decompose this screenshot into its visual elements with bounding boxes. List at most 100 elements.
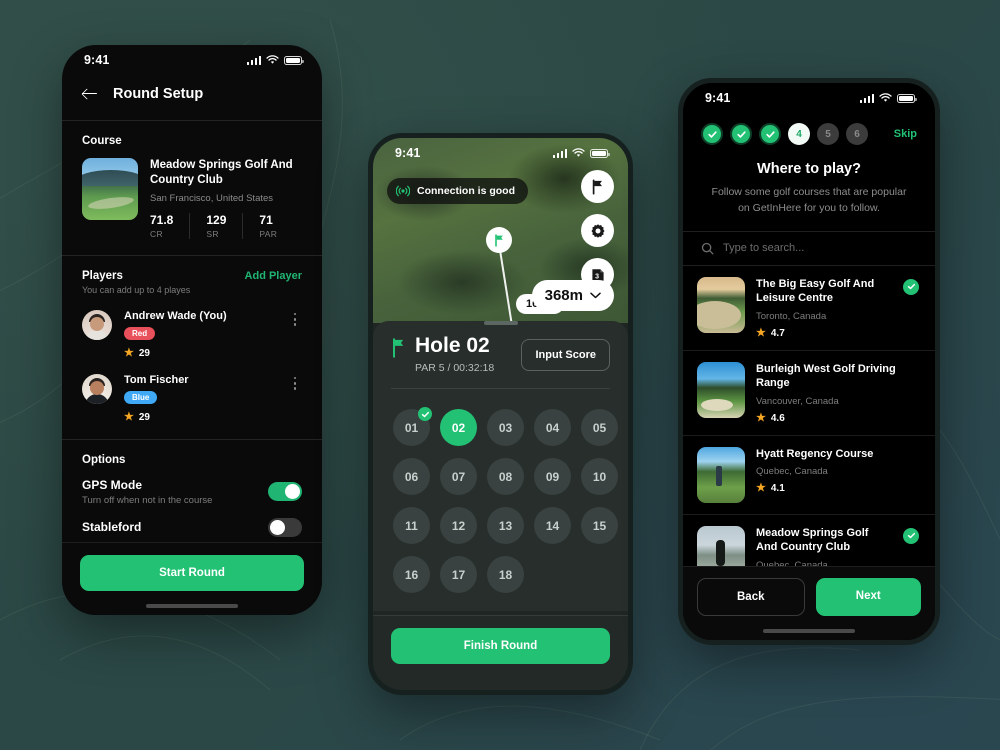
course-stats: 71.8 CR 129 SR 71 PAR xyxy=(150,212,302,239)
step-3-complete[interactable] xyxy=(759,123,781,145)
finish-round-button[interactable]: Finish Round xyxy=(391,628,610,664)
hole-number: 13 xyxy=(498,518,513,533)
hole-cell[interactable]: 09 xyxy=(534,458,571,495)
hole-cell[interactable]: 03 xyxy=(487,409,524,446)
wifi-icon xyxy=(266,55,279,64)
settings-icon-button[interactable] xyxy=(581,214,614,247)
selected-check-icon[interactable] xyxy=(903,278,919,295)
hole-number: 01 xyxy=(404,420,419,435)
options-section: Options GPS Mode Turn off when not in th… xyxy=(62,440,322,537)
total-distance-selector[interactable]: 368m xyxy=(531,280,614,311)
add-player-button[interactable]: Add Player xyxy=(245,270,302,282)
hole-cell[interactable]: 15 xyxy=(581,507,618,544)
sheet-grabber[interactable] xyxy=(483,321,518,325)
player-row[interactable]: Tom Fischer Blue ★ 29 xyxy=(82,373,302,423)
step-2-complete[interactable] xyxy=(730,123,752,145)
hole-number: 15 xyxy=(592,518,607,533)
hole-cell-active[interactable]: 02 xyxy=(440,409,477,446)
hole-cell[interactable]: 04 xyxy=(534,409,571,446)
skip-button[interactable]: Skip xyxy=(894,128,917,140)
stat-sr-label: SR xyxy=(206,228,219,239)
hole-number: 12 xyxy=(451,518,466,533)
start-round-button[interactable]: Start Round xyxy=(80,555,304,591)
connection-status-pill: Connection is good xyxy=(387,178,528,204)
rating-value: 4.7 xyxy=(770,327,785,339)
hole-cell[interactable]: 12 xyxy=(440,507,477,544)
hole-cell[interactable]: 05 xyxy=(581,409,618,446)
onboarding-bottom-bar: Back Next xyxy=(683,566,935,640)
back-button[interactable]: Back xyxy=(697,578,805,616)
list-item[interactable]: The Big Easy Golf And Leisure Centre Tor… xyxy=(683,266,935,351)
gear-icon xyxy=(591,223,604,238)
hole-cell[interactable]: 10 xyxy=(581,458,618,495)
course-card[interactable]: Meadow Springs Golf And Country Club San… xyxy=(82,158,302,239)
check-icon xyxy=(736,130,746,138)
pin-marker[interactable] xyxy=(486,227,512,253)
search-input[interactable]: Type to search... xyxy=(723,242,804,254)
star-icon: ★ xyxy=(756,482,766,495)
status-time: 9:41 xyxy=(395,146,421,160)
hole-cell[interactable]: 11 xyxy=(393,507,430,544)
step-5[interactable]: 5 xyxy=(817,123,839,145)
hole-number: 05 xyxy=(592,420,607,435)
selected-check-icon[interactable] xyxy=(903,527,919,544)
hole-cell[interactable]: 16 xyxy=(393,556,430,593)
hole-number: 03 xyxy=(498,420,513,435)
course-name: Burleigh West Golf Driving Range xyxy=(756,362,896,390)
hole-cell[interactable]: 06 xyxy=(393,458,430,495)
hole-cell[interactable]: 08 xyxy=(487,458,524,495)
cellular-signal-icon xyxy=(552,148,567,158)
search-bar[interactable]: Type to search... xyxy=(683,230,935,266)
input-score-button[interactable]: Input Score xyxy=(521,338,610,371)
course-location: Quebec, Canada xyxy=(756,466,828,478)
battery-icon xyxy=(897,93,917,103)
course-thumbnail xyxy=(82,158,138,220)
step-indicator: 4 5 6 Skip xyxy=(683,113,935,161)
player-menu-icon[interactable] xyxy=(288,310,302,326)
scorecard-badge: 3 xyxy=(595,273,599,280)
connection-label: Connection is good xyxy=(417,185,515,197)
status-bar: 9:41 xyxy=(373,138,628,168)
hole-number: 07 xyxy=(451,469,466,484)
step-6[interactable]: 6 xyxy=(846,123,868,145)
battery-icon xyxy=(284,55,304,65)
hole-cell[interactable]: 13 xyxy=(487,507,524,544)
flag-icon-button[interactable] xyxy=(581,170,614,203)
list-item[interactable]: Hyatt Regency Course Quebec, Canada ★ 4.… xyxy=(683,436,935,515)
option-sub: Turn off when not in the course xyxy=(82,494,213,506)
course-name: The Big Easy Golf And Leisure Centre xyxy=(756,277,875,305)
page-header: Round Setup xyxy=(62,75,322,120)
list-item[interactable]: Burleigh West Golf Driving Range Vancouv… xyxy=(683,351,935,436)
hole-cell[interactable]: 18 xyxy=(487,556,524,593)
course-section: Course Meadow Springs Golf And Country C… xyxy=(62,121,322,255)
hole-number: 04 xyxy=(545,420,560,435)
tee-badge: Blue xyxy=(124,390,158,404)
hole-number: 11 xyxy=(405,518,418,533)
step-4-current[interactable]: 4 xyxy=(788,123,810,145)
players-section: Players You can add up to 4 playes Add P… xyxy=(62,256,322,439)
hole-cell[interactable]: 01 xyxy=(393,407,432,446)
player-menu-icon[interactable] xyxy=(288,374,302,390)
next-button[interactable]: Next xyxy=(815,578,921,616)
option-stableford[interactable]: Stableford xyxy=(82,517,302,537)
back-icon[interactable] xyxy=(82,85,99,102)
hole-cell[interactable]: 14 xyxy=(534,507,571,544)
search-icon xyxy=(701,242,714,254)
stat-par-label: PAR xyxy=(259,228,278,239)
cellular-signal-icon xyxy=(859,93,874,103)
status-icons xyxy=(246,55,304,65)
course-name: Hyatt Regency Course xyxy=(756,447,874,460)
option-gps-mode[interactable]: GPS Mode Turn off when not in the course xyxy=(82,478,302,506)
step-1-complete[interactable] xyxy=(701,123,723,145)
hole-cell[interactable]: 07 xyxy=(440,458,477,495)
hole-cell[interactable]: 17 xyxy=(440,556,477,593)
phone-round-setup: 9:41 Round Setup Course Meadow Springs G… xyxy=(62,45,322,615)
stableford-toggle[interactable] xyxy=(268,517,302,537)
player-row[interactable]: Andrew Wade (You) Red ★ 29 xyxy=(82,309,302,359)
flag-icon xyxy=(592,178,602,195)
rating-value: 4.1 xyxy=(770,483,785,495)
course-map[interactable]: 9:41 Connection is good 3 368m xyxy=(373,138,628,323)
gps-mode-toggle[interactable] xyxy=(268,482,302,502)
hole-number: 02 xyxy=(451,420,466,435)
course-list: The Big Easy Golf And Leisure Centre Tor… xyxy=(683,266,935,594)
